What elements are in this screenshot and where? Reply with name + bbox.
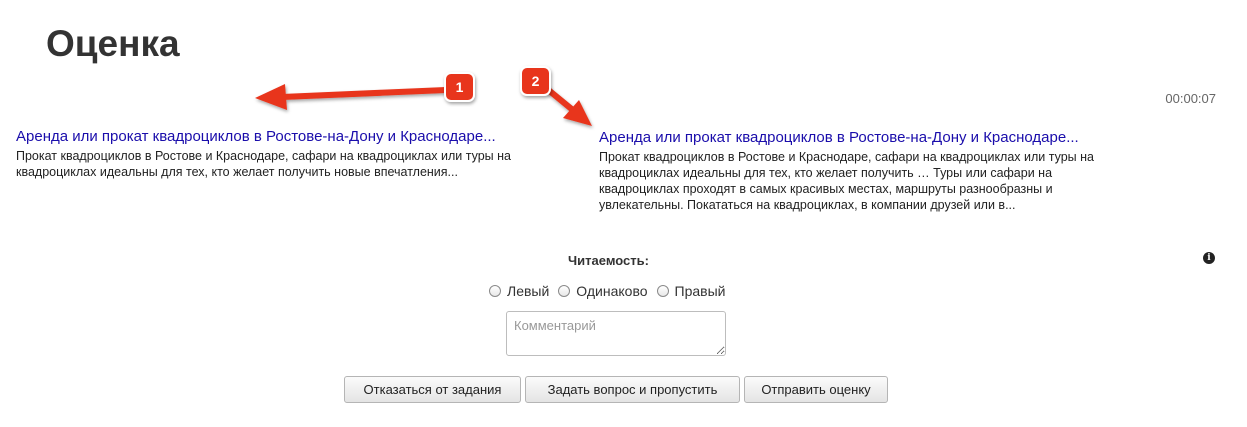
page-title: Оценка (46, 23, 180, 64)
radio-button-equal[interactable] (558, 285, 571, 297)
snippet-left: Аренда или прокат квадроциклов в Ростове… (16, 127, 556, 180)
radio-label-right: Правый (674, 283, 726, 299)
submit-rating-button[interactable]: Отправить оценку (744, 376, 888, 403)
annotation-badge-2-label: 2 (532, 73, 540, 89)
radio-option-equal[interactable]: Одинаково (558, 283, 648, 299)
readability-label: Читаемость: (568, 253, 649, 268)
reject-task-button[interactable]: Отказаться от задания (344, 376, 521, 403)
annotation-badge-1-label: 1 (456, 79, 464, 95)
assessment-page: Оценка 00:00:07 Аренда или прокат квадро… (0, 0, 1247, 427)
radio-option-left[interactable]: Левый (489, 283, 549, 299)
radio-label-equal: Одинаково (576, 283, 648, 299)
radio-label-left: Левый (507, 283, 550, 299)
task-timer: 00:00:07 (1165, 91, 1216, 106)
snippet-left-title-link[interactable]: Аренда или прокат квадроциклов в Ростове… (16, 127, 556, 146)
annotation-badge-2: 2 (520, 66, 551, 96)
action-buttons: Отказаться от задания Задать вопрос и пр… (344, 376, 892, 403)
radio-button-right[interactable] (656, 285, 669, 297)
radio-option-right[interactable]: Правый (656, 283, 726, 299)
snippet-right: Аренда или прокат квадроциклов в Ростове… (599, 128, 1139, 213)
snippet-right-title-link[interactable]: Аренда или прокат квадроциклов в Ростове… (599, 128, 1139, 147)
ask-and-skip-button[interactable]: Задать вопрос и пропустить (525, 376, 740, 403)
radio-button-left[interactable] (489, 285, 501, 297)
readability-options: Левый Одинаково Правый (489, 283, 735, 299)
annotation-badge-1: 1 (444, 72, 475, 102)
annotation-arrow-2 (543, 85, 592, 126)
comment-textarea[interactable] (506, 311, 726, 356)
snippet-left-text: Прокат квадроциклов в Ростове и Краснода… (16, 149, 511, 179)
annotation-overlay: 1 2 (255, 66, 592, 126)
snippet-right-text: Прокат квадроциклов в Ростове и Краснода… (599, 150, 1094, 212)
annotation-arrow-1 (255, 84, 449, 110)
